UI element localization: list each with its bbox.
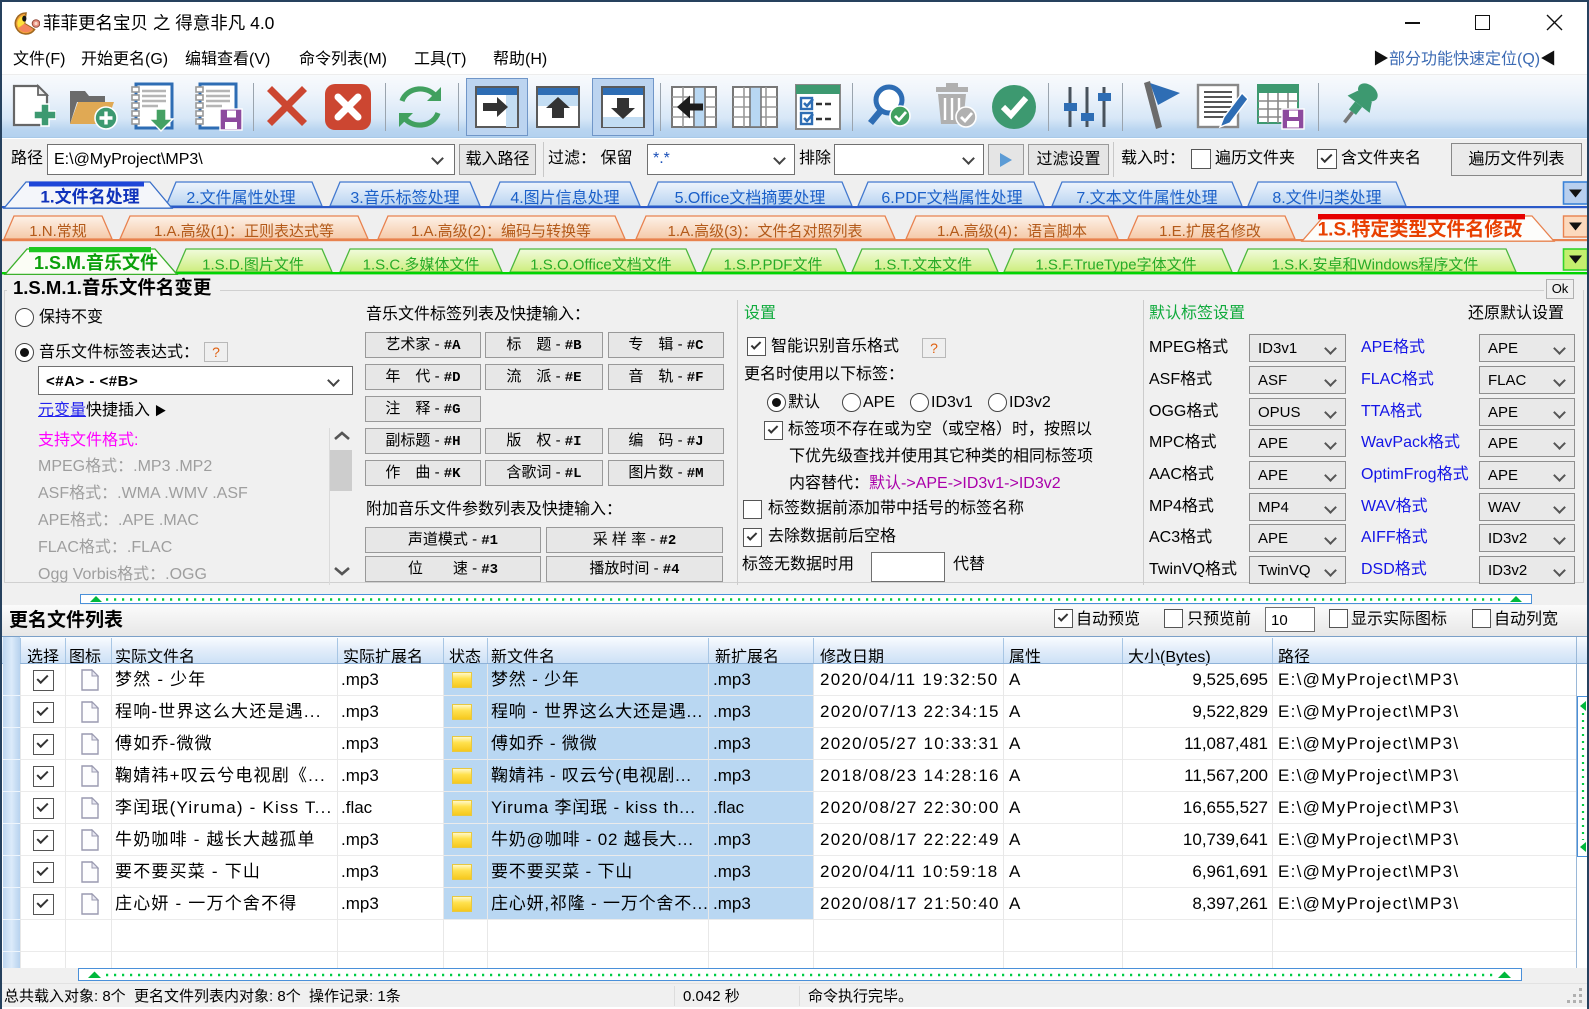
svg-text:8.文件归类处理: 8.文件归类处理 [1272, 189, 1381, 207]
svg-text:7.文本文件属性处理: 7.文本文件属性处理 [1076, 189, 1217, 207]
svg-text:1.E.扩展名修改: 1.E.扩展名修改 [1159, 223, 1261, 240]
svg-text:1.S.O.Office文档文件: 1.S.O.Office文档文件 [530, 257, 671, 274]
svg-text:1.S.特定类型文件名修改: 1.S.特定类型文件名修改 [1318, 218, 1523, 241]
svg-text:1.S.C.多媒体文件: 1.S.C.多媒体文件 [363, 257, 480, 274]
svg-text:1.N.常规: 1.N.常规 [29, 223, 87, 240]
svg-text:1.S.F.TrueType字体文件: 1.S.F.TrueType字体文件 [1035, 257, 1196, 274]
svg-text:1.S.M.音乐文件: 1.S.M.音乐文件 [34, 252, 158, 273]
svg-text:1.A.高级(2)：编码与转换等: 1.A.高级(2)：编码与转换等 [411, 222, 591, 240]
svg-text:1.A.高级(1)：正则表达式等: 1.A.高级(1)：正则表达式等 [154, 222, 334, 240]
svg-text:1.文件名处理: 1.文件名处理 [40, 187, 139, 207]
svg-text:3.音乐标签处理: 3.音乐标签处理 [350, 189, 459, 207]
svg-text:1.S.P.PDF文件: 1.S.P.PDF文件 [724, 257, 823, 274]
svg-text:4.图片信息处理: 4.图片信息处理 [510, 189, 619, 207]
svg-text:2.文件属性处理: 2.文件属性处理 [186, 189, 295, 207]
svg-text:1.S.T.文本文件: 1.S.T.文本文件 [874, 257, 972, 274]
svg-text:1.A.高级(4)：语言脚本: 1.A.高级(4)：语言脚本 [937, 223, 1087, 240]
svg-text:1.A.高级(3)：文件名对照列表: 1.A.高级(3)：文件名对照列表 [667, 223, 862, 240]
svg-text:6.PDF文档属性处理: 6.PDF文档属性处理 [881, 189, 1022, 207]
svg-text:1.S.D.图片文件: 1.S.D.图片文件 [202, 257, 304, 274]
svg-text:1.S.K.安卓和Windows程序文件: 1.S.K.安卓和Windows程序文件 [1272, 257, 1479, 274]
svg-text:5.Office文档摘要处理: 5.Office文档摘要处理 [675, 189, 826, 207]
